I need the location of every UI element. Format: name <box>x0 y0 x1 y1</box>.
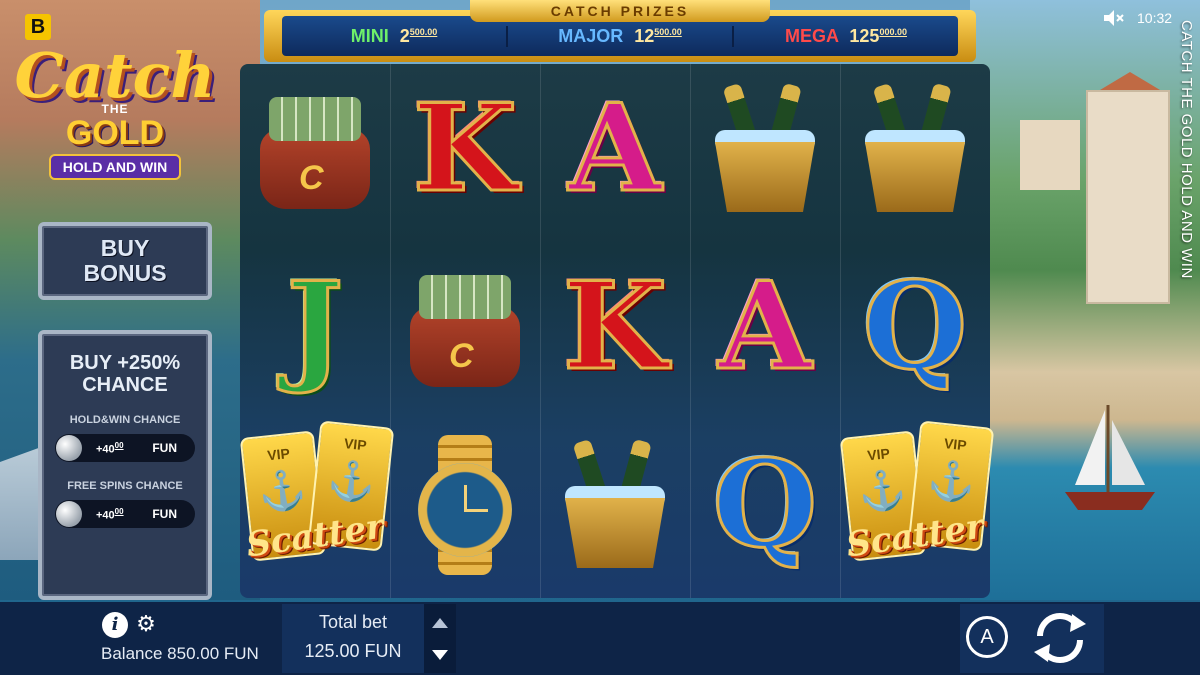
total-bet-value: 125.00 FUN <box>304 641 402 661</box>
money-bag-icon: C <box>405 267 525 387</box>
mini-prize: MINI 2500.00 <box>282 25 508 47</box>
mini-value: 2500.00 <box>399 25 438 46</box>
bet-stepper <box>424 604 456 673</box>
symbol-money-bag: C <box>390 242 540 412</box>
reel-grid: C J VIP ⚓ VIP ⚓ Scatter K C A K A Q Q VIP ⚓ VIP ⚓ Scatter <box>239 64 995 598</box>
chance-title-line1: BUY +250% <box>69 352 181 374</box>
buy-bonus-button[interactable]: BUY BONUS <box>38 222 212 300</box>
symbol-letter: A <box>567 78 663 219</box>
gear-icon[interactable]: ⚙ <box>134 612 158 636</box>
symbol-letter: Q <box>861 256 969 397</box>
mega-prize: MEGA 125000.00 <box>734 26 958 47</box>
hold-win-chance-value: +4000 <box>96 440 124 456</box>
champagne-bucket-icon <box>855 82 975 214</box>
buy-chance-panel: BUY +250% CHANCE HOLD&WIN CHANCE +4000 F… <box>38 330 212 600</box>
hold-win-chance-currency: FUN <box>152 441 177 455</box>
brand-badge: B <box>25 14 51 40</box>
chance-title-line2: CHANCE <box>82 374 168 396</box>
major-label: MAJOR <box>558 25 624 46</box>
buy-bonus-line2: BONUS <box>83 260 167 286</box>
symbol-champagne-bucket <box>540 420 690 590</box>
symbol-letter: K <box>561 256 668 397</box>
gold-watch-icon <box>410 435 520 575</box>
spin-icon[interactable] <box>1026 606 1094 670</box>
symbol-scatter: VIP ⚓ VIP ⚓ Scatter <box>239 420 395 590</box>
logo-catch-text: Catch <box>14 39 216 112</box>
symbol-k: K <box>390 64 540 234</box>
symbol-letter: K <box>411 78 518 219</box>
major-prize: MAJOR 12500.00 <box>508 25 734 47</box>
major-value: 12500.00 <box>634 25 682 46</box>
symbol-a: A <box>690 242 840 412</box>
sailboat-image <box>1065 405 1155 510</box>
chance-title: BUY +250% CHANCE <box>42 352 208 396</box>
free-spins-chance-label: FREE SPINS CHANCE <box>67 480 183 492</box>
symbol-scatter: VIP ⚓ VIP ⚓ Scatter <box>839 420 995 590</box>
symbol-q: Q <box>690 420 840 590</box>
scatter-icon: VIP ⚓ VIP ⚓ Scatter <box>839 420 995 590</box>
symbol-letter: J <box>285 256 345 397</box>
scatter-icon: VIP ⚓ VIP ⚓ Scatter <box>239 420 395 590</box>
symbol-letter: A <box>717 256 813 397</box>
symbol-q: Q <box>840 242 990 412</box>
arrow-up-icon[interactable] <box>432 618 448 628</box>
symbol-a: A <box>540 64 690 234</box>
symbol-letter: Q <box>711 434 819 575</box>
free-spins-chance-toggle[interactable]: +4000 FUN <box>55 500 195 528</box>
logo-gold-text: GOLD <box>65 114 165 152</box>
logo-hold-and-win: HOLD AND WIN <box>48 154 182 180</box>
symbol-money-bag: C <box>240 64 390 234</box>
buy-bonus-label: BUY BONUS <box>83 236 166 286</box>
buy-bonus-line1: BUY <box>100 235 150 261</box>
free-spins-chance-value: +4000 <box>96 506 124 522</box>
vertical-game-title: CATCH THE GOLD HOLD AND WIN <box>1178 20 1195 279</box>
hold-win-chance-label: HOLD&WIN CHANCE <box>69 414 181 426</box>
house-image <box>1020 120 1080 190</box>
champagne-bucket-icon <box>705 82 825 214</box>
symbol-k: K <box>540 242 690 412</box>
sound-muted-icon[interactable] <box>1104 9 1124 27</box>
symbol-gold-watch <box>390 420 540 590</box>
villa-image <box>1086 90 1170 304</box>
arrow-down-icon[interactable] <box>432 650 448 660</box>
mega-value: 125000.00 <box>849 25 907 46</box>
total-bet-box: Total bet 125.00 FUN <box>282 604 424 673</box>
autoplay-button[interactable]: A <box>966 616 1008 658</box>
total-bet-label: Total bet <box>318 612 388 632</box>
balance-display: Balance 850.00 FUN <box>101 644 259 663</box>
free-spins-chance-currency: FUN <box>152 507 177 521</box>
info-icon[interactable]: i <box>102 612 128 638</box>
catch-prizes-title: CATCH PRIZES <box>470 0 770 22</box>
symbol-champagne-bucket <box>690 64 840 234</box>
game-logo: Catch THE GOLD HOLD AND WIN <box>10 40 220 210</box>
champagne-bucket-icon <box>555 438 675 570</box>
mini-label: MINI <box>350 25 389 46</box>
clock: 10:32 <box>1137 10 1173 26</box>
mega-label: MEGA <box>785 25 839 46</box>
symbol-champagne-bucket <box>840 64 990 234</box>
hold-win-chance-toggle[interactable]: +4000 FUN <box>55 434 195 462</box>
toggle-knob[interactable] <box>56 501 82 527</box>
money-bag-icon: C <box>255 89 375 209</box>
prize-bar: MINI 2500.00 MAJOR 12500.00 MEGA 125000.… <box>282 16 958 56</box>
symbol-j: J <box>240 242 390 412</box>
toggle-knob[interactable] <box>56 435 82 461</box>
